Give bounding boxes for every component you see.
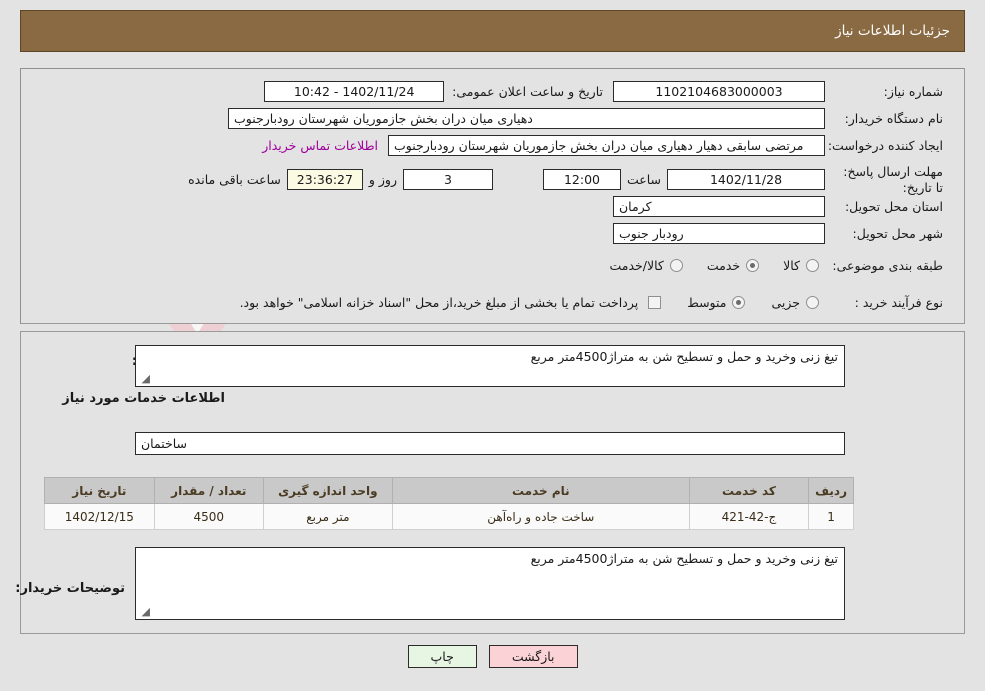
subject-class-option-label-2: کالا/خدمت <box>609 258 664 273</box>
cell-radif: 1 <box>808 503 854 530</box>
radio-kala-khedmat-icon[interactable] <box>669 259 683 272</box>
th-radif: ردیف <box>808 477 854 504</box>
radio-motavaset-icon[interactable] <box>732 296 746 309</box>
purchase-process-label: نوع فرآیند خرید : <box>854 295 943 310</box>
print-button[interactable]: چاپ <box>407 645 477 668</box>
buyer-org-row: نام دستگاه خریدار: دهیاری میان دران بخش … <box>228 108 943 129</box>
subject-class-option-kala[interactable]: کالا <box>783 258 819 273</box>
announce-datetime-field: 1402/11/24 - 10:42 <box>264 81 445 102</box>
deadline-time-label: ساعت <box>626 172 661 187</box>
delivery-city-field: رودبار جنوب <box>613 223 825 244</box>
request-creator-label: ایجاد کننده درخواست: <box>827 138 943 153</box>
response-deadline-row: 1402/11/28 ساعت 12:00 3 روز و 23:36:27 س… <box>188 169 825 190</box>
subject-class-option-khedmat[interactable]: خدمت <box>706 258 760 273</box>
services-section-heading: اطلاعات خدمات مورد نیاز <box>62 391 225 406</box>
resize-grip-icon-2[interactable]: ◢ <box>138 606 150 618</box>
deadline-time-field: 12:00 <box>542 169 621 190</box>
buyer-contact-link[interactable]: اطلاعات تماس خریدار <box>262 138 378 153</box>
radio-jozii-icon[interactable] <box>806 296 819 309</box>
delivery-province-row: استان محل تحویل: کرمان <box>613 196 943 217</box>
purchase-process-row: نوع فرآیند خرید : جزیی متوسط پرداخت تمام… <box>240 295 943 310</box>
purchase-process-option-jozii[interactable]: جزیی <box>771 295 819 310</box>
deadline-days-field: 3 <box>402 169 493 190</box>
cell-code: ج-42-421 <box>688 503 810 530</box>
purchase-process-option-motavaset[interactable]: متوسط <box>687 295 746 310</box>
response-deadline-label-box: مهلت ارسال پاسخ: تا تاریخ: <box>833 164 943 196</box>
need-number-label: شماره نیاز: <box>883 84 943 99</box>
buyer-notes-textarea[interactable]: تیغ زنی وخرید و حمل و تسطیح شن به متراژ4… <box>135 547 845 620</box>
page-title: جزئیات اطلاعات نیاز <box>835 23 950 39</box>
service-group-field: ساختمان <box>135 432 845 455</box>
buyer-org-label: نام دستگاه خریدار: <box>844 111 943 126</box>
buyer-notes-value: تیغ زنی وخرید و حمل و تسطیح شن به متراژ4… <box>530 551 838 566</box>
delivery-city-row: شهر محل تحویل: رودبار جنوب <box>613 223 943 244</box>
table-row: 1 ج-42-421 ساخت جاده و راه‌آهن متر مربع … <box>44 503 854 530</box>
subject-class-option-kala-khedmat[interactable]: کالا/خدمت <box>609 258 683 273</box>
need-number-field: 1102104683000003 <box>613 81 825 102</box>
subject-class-option-label-0: کالا <box>783 258 800 273</box>
services-table: ردیف کد خدمت نام خدمت واحد اندازه گیری ت… <box>44 477 854 530</box>
deadline-days-suffix: روز و <box>368 172 397 187</box>
page-header: جزئیات اطلاعات نیاز <box>20 10 965 52</box>
delivery-province-field: کرمان <box>613 196 825 217</box>
th-unit: واحد اندازه گیری <box>262 477 393 504</box>
delivery-city-label: شهر محل تحویل: <box>852 226 943 241</box>
subject-class-row: طبقه بندی موضوعی: کالا خدمت کالا/خدمت <box>609 258 943 273</box>
request-creator-row: ایجاد کننده درخواست: مرتضی سابقی دهیار د… <box>262 135 943 156</box>
cell-name: ساخت جاده و راه‌آهن <box>391 503 690 530</box>
cell-unit: متر مربع <box>262 503 393 530</box>
purchase-process-option-label-1: متوسط <box>687 295 727 310</box>
back-button[interactable]: بازگشت <box>488 645 578 668</box>
general-description-value: تیغ زنی وخرید و حمل و تسطیح شن به متراژ4… <box>530 349 838 364</box>
buyer-notes-label: توضیحات خریدار: <box>15 581 125 596</box>
islamic-treasury-note: پرداخت تمام یا بخشی از مبلغ خرید،از محل … <box>239 295 639 310</box>
announce-datetime-label: تاریخ و ساعت اعلان عمومی: <box>452 84 603 99</box>
request-creator-field: مرتضی سابقی دهیار دهیاری میان دران بخش ج… <box>388 135 825 156</box>
response-deadline-label: مهلت ارسال پاسخ: تا تاریخ: <box>843 164 943 195</box>
radio-kala-icon[interactable] <box>806 259 819 272</box>
deadline-countdown-field: 23:36:27 <box>286 169 363 190</box>
subject-class-label: طبقه بندی موضوعی: <box>832 258 943 273</box>
buyer-org-field: دهیاری میان دران بخش جازموریان شهرستان ر… <box>228 108 825 129</box>
table-header-row: ردیف کد خدمت نام خدمت واحد اندازه گیری ت… <box>44 477 854 504</box>
delivery-province-label: استان محل تحویل: <box>844 199 943 214</box>
resize-grip-icon[interactable]: ◢ <box>138 373 150 385</box>
islamic-treasury-checkbox[interactable] <box>648 296 662 309</box>
deadline-date-field: 1402/11/28 <box>667 169 825 190</box>
announce-datetime-row: تاریخ و ساعت اعلان عمومی: 1402/11/24 - 1… <box>264 81 603 102</box>
radio-khedmat-icon[interactable] <box>746 259 760 272</box>
action-button-bar: بازگشت چاپ <box>0 645 985 668</box>
purchase-process-option-label-0: جزیی <box>771 295 800 310</box>
need-number-row: شماره نیاز: 1102104683000003 <box>613 81 943 102</box>
deadline-countdown-suffix: ساعت باقی مانده <box>188 172 281 187</box>
th-name: نام خدمت <box>391 477 690 504</box>
general-description-textarea[interactable]: تیغ زنی وخرید و حمل و تسطیح شن به متراژ4… <box>135 345 845 387</box>
cell-quantity: 4500 <box>153 503 264 530</box>
th-need-date: تاریخ نیاز <box>44 477 155 504</box>
cell-need-date: 1402/12/15 <box>44 503 155 530</box>
subject-class-option-label-1: خدمت <box>706 258 741 273</box>
th-code: کد خدمت <box>688 477 810 504</box>
th-quantity: تعداد / مقدار <box>153 477 264 504</box>
